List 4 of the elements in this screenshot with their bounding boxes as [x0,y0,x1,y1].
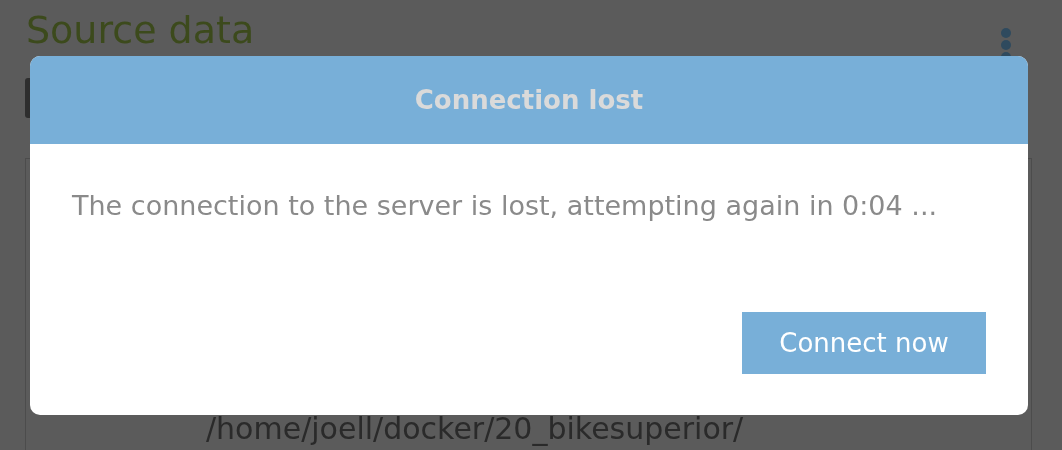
page-title: Source data [26,8,255,52]
dialog-title: Connection lost [414,85,644,115]
dialog-message: The connection to the server is lost, attempting again in 0:04 ... [72,190,939,221]
connect-button[interactable]: Connect now [742,312,986,374]
